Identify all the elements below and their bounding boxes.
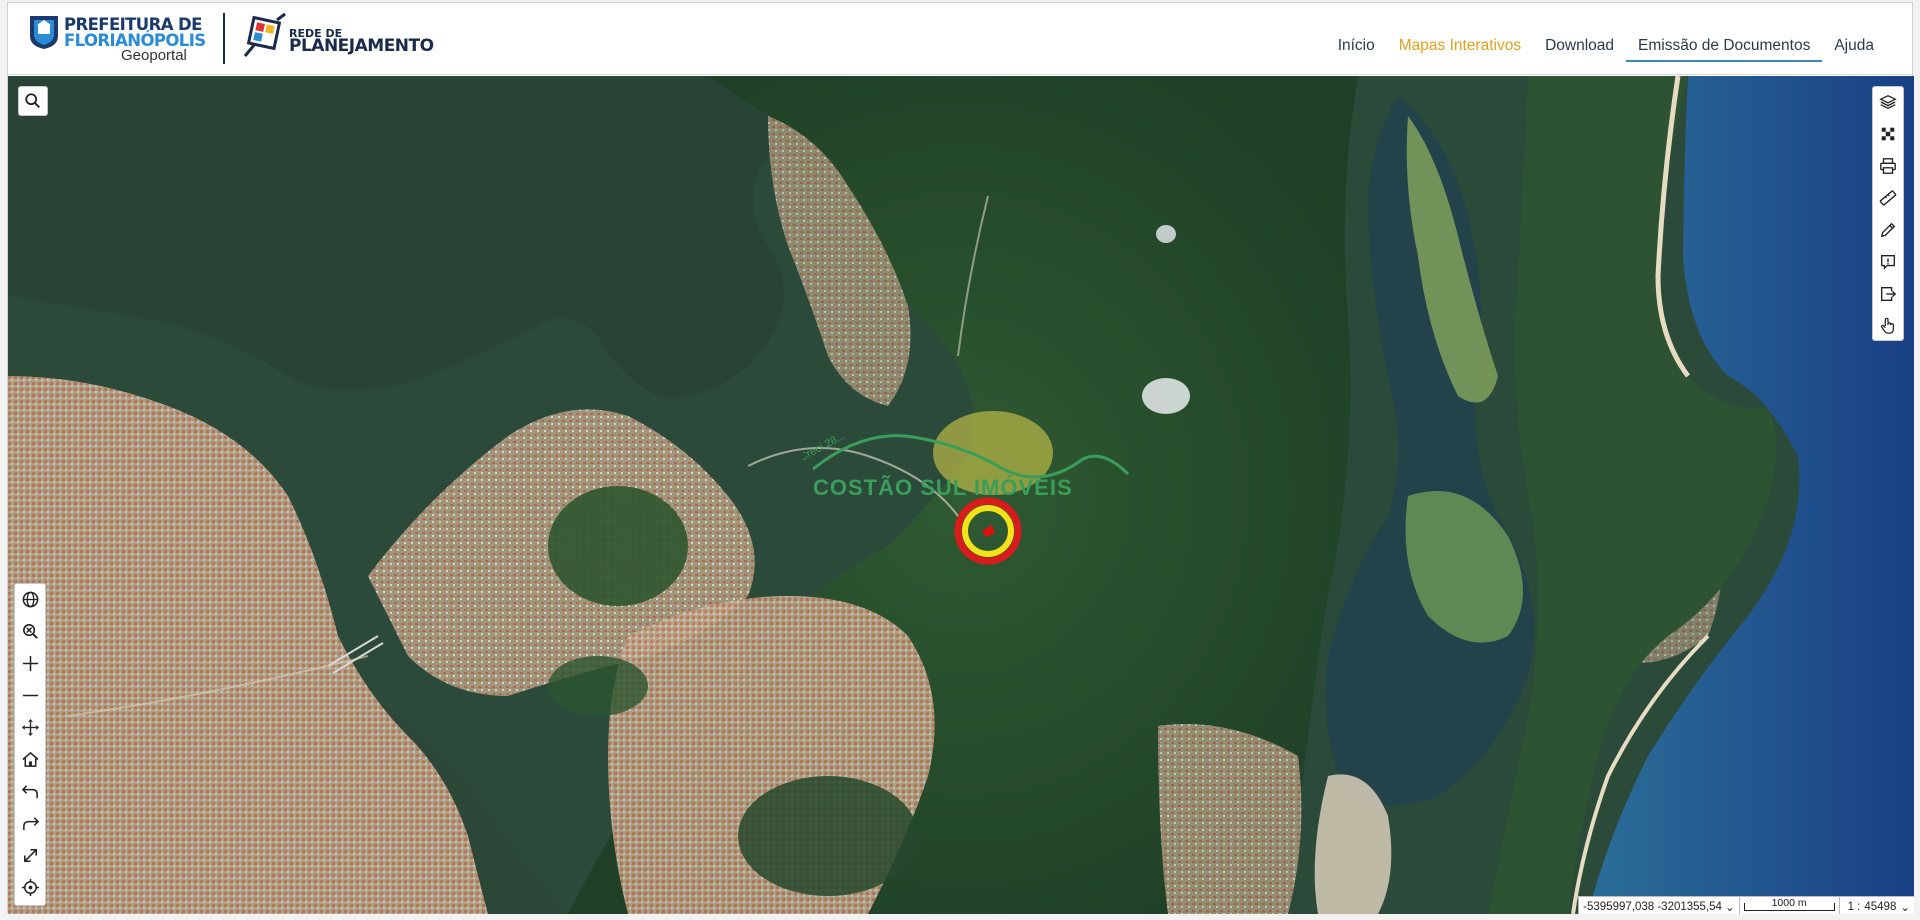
nav-emissao-documentos[interactable]: Emissão de Documentos <box>1626 37 1823 62</box>
rede-planejamento-mark-icon <box>243 12 286 57</box>
layers-icon <box>1879 94 1897 110</box>
tools-toolbar <box>1872 86 1904 341</box>
locate-button[interactable] <box>15 872 45 902</box>
zoom-in-button[interactable] <box>15 648 45 678</box>
measure-button[interactable] <box>1873 183 1903 213</box>
fullscreen-icon <box>23 848 37 862</box>
rede-line2: PLANEJAMENTO <box>289 36 434 56</box>
identify-button[interactable] <box>1873 311 1903 341</box>
search-icon <box>25 93 41 109</box>
home-icon <box>21 751 39 767</box>
globe-icon <box>22 591 38 607</box>
location-marker[interactable] <box>952 495 1024 567</box>
draw-button[interactable] <box>1873 215 1903 245</box>
chevron-down-icon: ⌄ <box>1900 901 1910 914</box>
pan-icon <box>21 718 39 736</box>
undo-button[interactable] <box>15 776 45 806</box>
zoom-out-button[interactable] <box>15 680 45 710</box>
info-icon <box>1881 255 1895 270</box>
map-search-button[interactable] <box>18 86 48 116</box>
zoom-extent-button[interactable] <box>15 616 45 646</box>
info-button[interactable] <box>1873 247 1903 277</box>
coordinate-readout[interactable]: -5395997,038 -3201355,54 ⌄ <box>1579 897 1738 914</box>
fullscreen-button[interactable] <box>15 840 45 870</box>
zoom-out-icon <box>22 694 38 696</box>
prefeitura-logo[interactable]: PREFEITURA DE FLORIANÓPOLIS Geoportal <box>28 12 206 66</box>
header: PREFEITURA DE FLORIANÓPOLIS Geoportal RE… <box>8 3 1912 75</box>
draw-icon <box>1880 222 1896 238</box>
globe-button[interactable] <box>15 584 45 614</box>
map-canvas[interactable]: Creci 28... COSTÃO SUL IMÓVEIS -5395997,… <box>8 76 1914 914</box>
zoom-in-icon <box>22 655 38 671</box>
export-button[interactable] <box>1873 279 1903 309</box>
hand-pointer-icon <box>1880 317 1895 334</box>
navigation-toolbar <box>14 583 46 906</box>
scale-value: 45498 <box>1864 900 1897 913</box>
measure-icon <box>1879 190 1897 206</box>
geoportal-app: PREFEITURA DE FLORIANÓPOLIS Geoportal RE… <box>7 2 1914 914</box>
redo-icon <box>22 816 39 830</box>
scale-bar: 1000 m <box>1738 897 1839 914</box>
home-button[interactable] <box>15 744 45 774</box>
print-icon <box>1880 158 1896 174</box>
brand-watermark-text: COSTÃO SUL IMÓVEIS <box>813 475 1073 500</box>
nav-inicio[interactable]: Início <box>1326 37 1387 62</box>
nav-mapas-interativos[interactable]: Mapas Interativos <box>1387 37 1533 62</box>
main-nav: Início Mapas Interativos Download Emissã… <box>1326 37 1886 62</box>
city-seal-icon <box>30 16 58 49</box>
print-button[interactable] <box>1873 151 1903 181</box>
coordinate-value: -5395997,038 -3201355,54 <box>1583 900 1722 913</box>
zoom-extent-icon <box>22 623 38 639</box>
scale-selector[interactable]: 1 : 45498 ⌄ <box>1838 897 1914 914</box>
scale-prefix: 1 : <box>1847 900 1861 913</box>
layers-button[interactable] <box>1873 87 1903 117</box>
header-divider <box>223 13 225 64</box>
rede-planejamento-logo[interactable]: REDE DE PLANEJAMENTO <box>241 12 434 66</box>
chevron-down-icon: ⌄ <box>1724 901 1735 914</box>
geoportal-subtitle: Geoportal <box>121 47 187 64</box>
locate-icon <box>21 878 39 896</box>
map-status-bar: -5395997,038 -3201355,54 ⌄ 1000 m 1 : 45… <box>1578 896 1914 914</box>
undo-icon <box>21 784 38 798</box>
export-icon <box>1881 287 1897 301</box>
basemap-icon <box>1881 127 1895 141</box>
basemap-button[interactable] <box>1873 119 1903 149</box>
redo-button[interactable] <box>15 808 45 838</box>
nav-ajuda[interactable]: Ajuda <box>1822 37 1886 62</box>
nav-download[interactable]: Download <box>1533 37 1626 62</box>
pan-button[interactable] <box>15 712 45 742</box>
